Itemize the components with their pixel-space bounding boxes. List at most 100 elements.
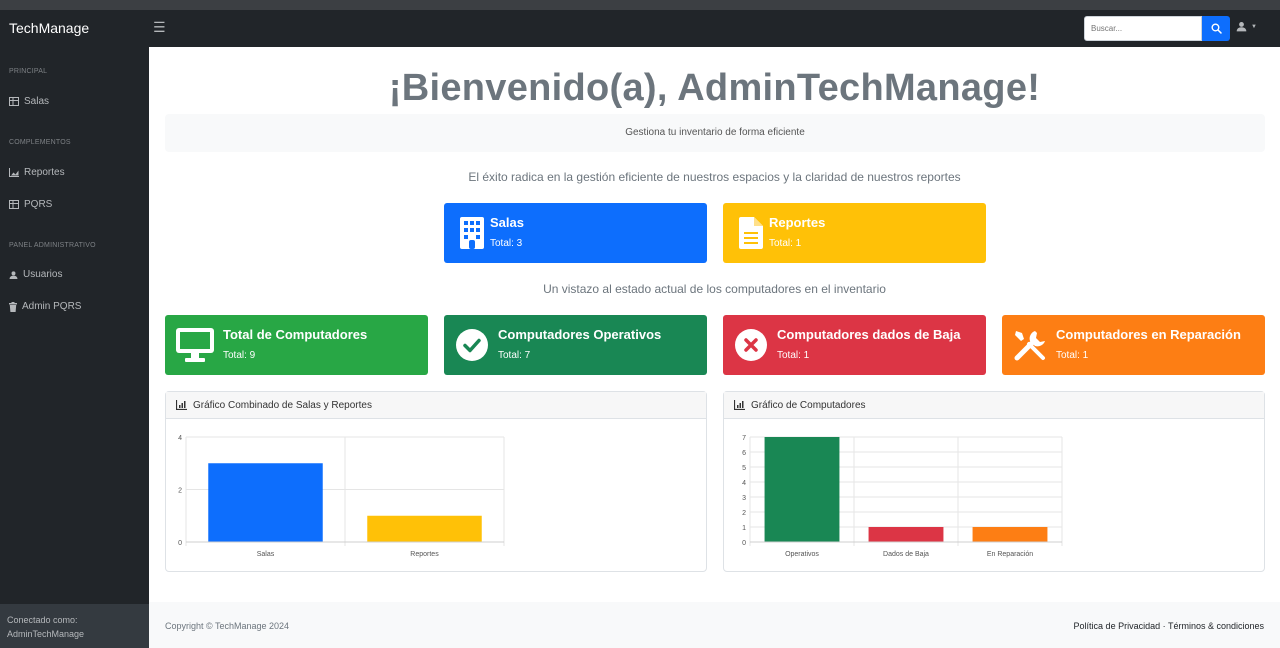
bar-reportes: [367, 515, 482, 542]
search-form: [1084, 16, 1230, 41]
panel-title: Gráfico de Computadores: [751, 399, 866, 411]
card-total: Total: 1: [1056, 350, 1089, 361]
y-tick-label: 2: [178, 488, 182, 495]
card-total: Total: 1: [769, 238, 802, 249]
card-total: Total: 9: [223, 350, 256, 361]
chevron-down-icon: ▼: [1251, 23, 1257, 30]
table-icon: [9, 97, 19, 106]
bar-dados-de-baja: [868, 527, 944, 542]
x-tick-label: En Reparación: [987, 551, 1033, 558]
bar-operativos: [764, 437, 840, 542]
y-tick-label: 2: [742, 510, 746, 517]
footer-links: Política de Privacidad · Términos & cond…: [1074, 621, 1264, 631]
sidebar-item-admin-pqrs[interactable]: Admin PQRS: [9, 301, 81, 312]
sidebar-item-reportes[interactable]: Reportes: [9, 167, 65, 178]
sidebar-heading-complementos: COMPLEMENTOS: [9, 139, 71, 146]
card-total: Total: 7: [498, 350, 531, 361]
card-title: Reportes: [769, 215, 826, 230]
privacy-link[interactable]: Política de Privacidad: [1074, 621, 1161, 631]
page-title: ¡Bienvenido(a), AdminTechManage!: [388, 67, 1041, 109]
browser-strip: [0, 0, 1280, 10]
section-subtitle-computers: Un vistazo al estado actual de los compu…: [543, 282, 886, 296]
card-title: Computadores dados de Baja: [777, 327, 961, 342]
search-icon: [1210, 23, 1222, 34]
chart-area-icon: [9, 168, 19, 177]
panel-title: Gráfico Combinado de Salas y Reportes: [193, 399, 372, 411]
bar-salas: [208, 463, 323, 542]
tagline-text: Gestiona tu inventario de forma eficient…: [625, 127, 805, 138]
search-button[interactable]: [1202, 16, 1230, 41]
sidebar-item-label: Admin PQRS: [22, 301, 82, 312]
y-tick-label: 6: [742, 450, 746, 457]
chart-area-icon: [734, 400, 745, 410]
sidebar-item-label: PQRS: [24, 199, 53, 210]
x-tick-label: Dados de Baja: [883, 551, 929, 558]
panel-header: Gráfico de Computadores: [724, 392, 1264, 419]
y-tick-label: 1: [742, 525, 746, 532]
y-tick-label: 0: [742, 540, 746, 547]
user-dropdown[interactable]: ▼: [1236, 21, 1257, 32]
y-tick-label: 4: [742, 480, 746, 487]
bar-chart-salas-reportes: 0 2 4 Salas Reportes: [178, 435, 505, 558]
card-computadores-reparacion[interactable]: Computadores en Reparación Total: 1: [1002, 315, 1265, 375]
tagline-banner: Gestiona tu inventario de forma eficient…: [165, 114, 1265, 152]
bar-chart-computadores: 0 1 2 3 4 5 6 7 Operativos Dados de Baja En Repara…: [742, 435, 1063, 558]
main-content: ¡Bienvenido(a), AdminTechManage! Gestion…: [149, 47, 1280, 602]
bar-en-reparación: [972, 527, 1048, 542]
table-icon: [9, 200, 19, 209]
user-icon: [1236, 22, 1247, 32]
sidebar-item-usuarios[interactable]: Usuarios: [9, 269, 62, 280]
sidebar-footer: Conectado como: AdminTechManage: [0, 604, 149, 648]
panel-header: Gráfico Combinado de Salas y Reportes: [166, 392, 706, 419]
y-tick-label: 4: [178, 435, 182, 442]
x-tick-label: Reportes: [410, 551, 439, 558]
tools-icon: [1012, 327, 1048, 363]
chart-panel-computadores: Gráfico de Computadores 0 1 2 3 4 5 6 7 Operativ…: [723, 391, 1265, 572]
card-title: Salas: [490, 215, 524, 230]
card-title: Total de Computadores: [223, 327, 368, 342]
user-icon: [9, 270, 18, 279]
y-tick-label: 7: [742, 435, 746, 442]
card-reportes[interactable]: Reportes Total: 1: [723, 203, 986, 263]
sidebar-heading-panel-administrativo: PANEL ADMINISTRATIVO: [9, 242, 96, 249]
sidebar-item-label: Salas: [24, 96, 50, 107]
sidebar-item-salas[interactable]: Salas: [9, 96, 49, 107]
x-circle-icon: [733, 327, 769, 363]
logged-in-label: Conectado como:: [7, 615, 78, 625]
card-total: Total: 1: [777, 350, 810, 361]
sidebar-item-pqrs[interactable]: PQRS: [9, 199, 52, 210]
copyright-text: Copyright © TechManage 2024: [165, 621, 290, 631]
sidebar-toggle-icon[interactable]: ☰: [153, 19, 166, 36]
check-circle-icon: [454, 327, 490, 363]
x-tick-label: Salas: [257, 551, 275, 558]
page-footer: Copyright © TechManage 2024 Política de …: [149, 602, 1280, 648]
card-computadores-operativos[interactable]: Computadores Operativos Total: 7: [444, 315, 707, 375]
sidebar-heading-principal: PRINCIPAL: [9, 68, 48, 75]
card-total-computadores[interactable]: Total de Computadores Total: 9: [165, 315, 428, 375]
y-tick-label: 5: [742, 465, 746, 472]
building-icon: [454, 215, 490, 251]
card-computadores-baja[interactable]: Computadores dados de Baja Total: 1: [723, 315, 986, 375]
desktop-icon: [175, 327, 215, 363]
card-salas[interactable]: Salas Total: 3: [444, 203, 707, 263]
chart-area-icon: [176, 400, 187, 410]
x-tick-label: Operativos: [785, 551, 819, 558]
terms-link[interactable]: Términos & condiciones: [1168, 621, 1264, 631]
card-title: Computadores en Reparación: [1056, 327, 1241, 342]
y-tick-label: 0: [178, 540, 182, 547]
footer-separator: ·: [1162, 621, 1166, 631]
sidebar-item-label: Usuarios: [23, 269, 63, 280]
trash-icon: [9, 301, 17, 312]
y-tick-label: 3: [742, 495, 746, 502]
search-input[interactable]: [1084, 16, 1202, 41]
section-subtitle-spaces: El éxito radica en la gestión eficiente …: [468, 170, 961, 184]
brand-logo[interactable]: TechManage: [9, 20, 89, 36]
top-navbar: TechManage ☰ ▼: [0, 10, 1280, 47]
logged-in-user: AdminTechManage: [7, 629, 85, 639]
card-total: Total: 3: [490, 238, 523, 249]
sidebar-item-label: Reportes: [24, 167, 65, 178]
sidebar: PRINCIPAL Salas COMPLEMENTOS Reportes PQ…: [0, 47, 149, 648]
card-title: Computadores Operativos: [498, 327, 662, 342]
file-icon: [733, 215, 769, 251]
chart-panel-salas-reportes: Gráfico Combinado de Salas y Reportes 0 2…: [165, 391, 707, 572]
